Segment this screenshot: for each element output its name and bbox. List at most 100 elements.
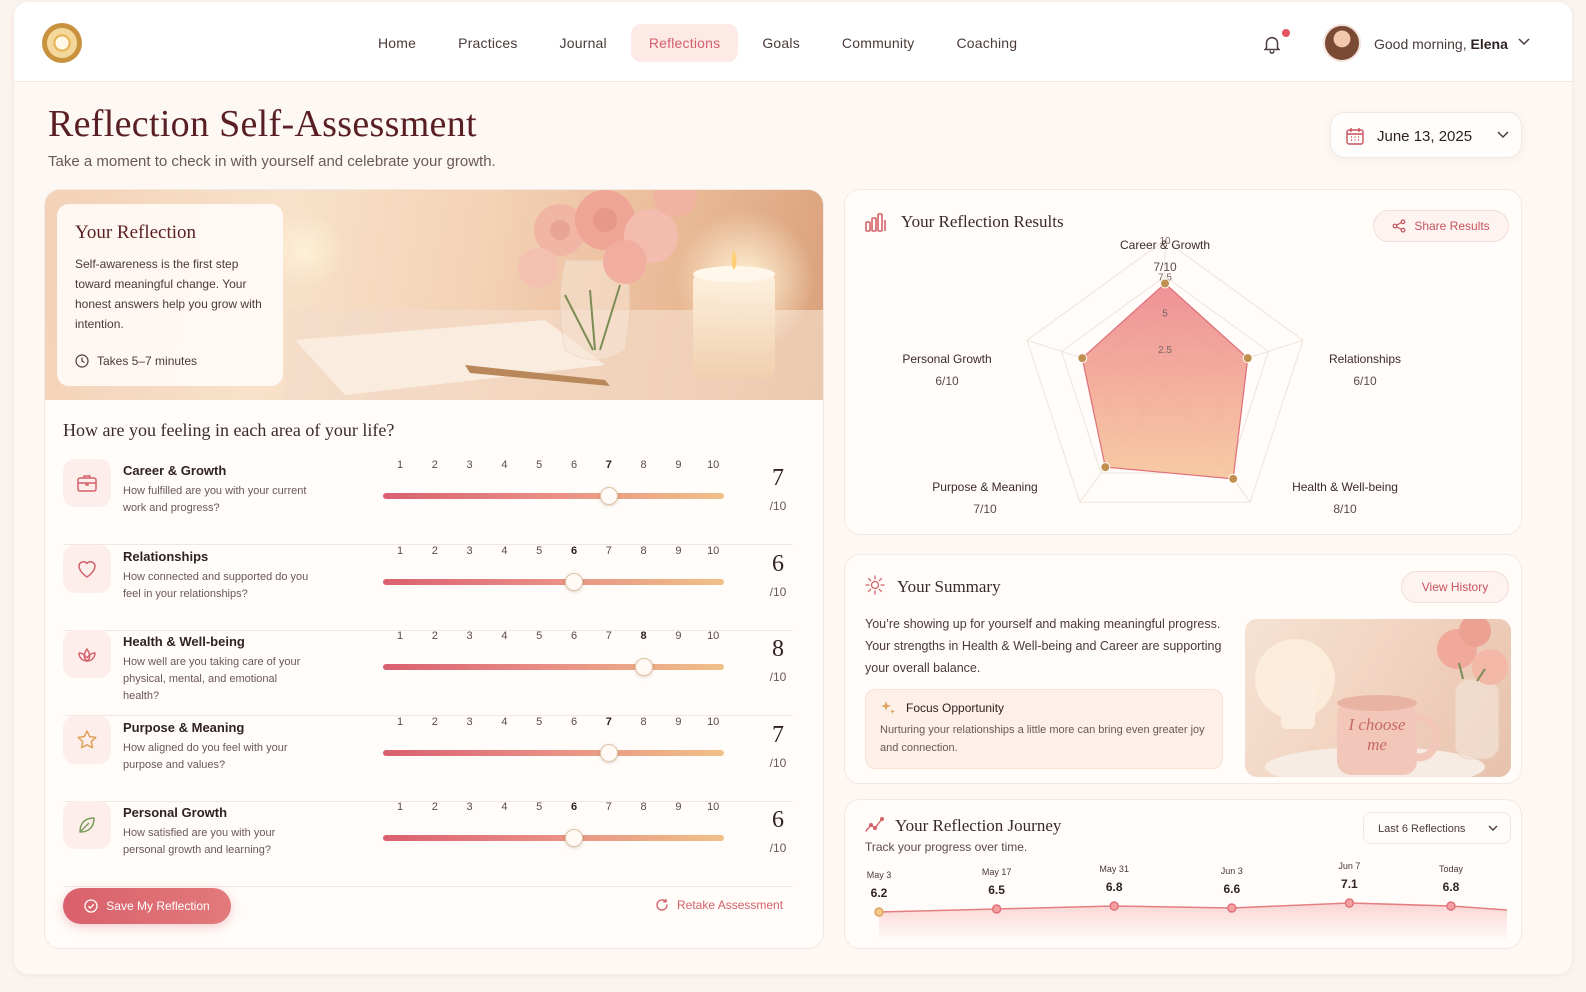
- journey-value-label: 6.6: [1223, 882, 1241, 896]
- scale-tick[interactable]: 2: [432, 459, 438, 471]
- scale-tick[interactable]: 1: [397, 545, 403, 557]
- journey-value-label: 6.8: [1442, 880, 1460, 894]
- radar-point: [1242, 353, 1253, 364]
- scale-tick[interactable]: 6: [571, 716, 577, 728]
- scale-tick[interactable]: 7: [606, 630, 612, 642]
- rating-slider[interactable]: [383, 487, 724, 505]
- scale-tick[interactable]: 7: [606, 801, 612, 813]
- scale-tick[interactable]: 1: [397, 716, 403, 728]
- scale-tick[interactable]: 4: [501, 545, 507, 557]
- chevron-down-icon: [1497, 131, 1509, 139]
- scale-tick[interactable]: 9: [675, 630, 681, 642]
- scale-tick[interactable]: 9: [675, 545, 681, 557]
- rating-slider[interactable]: [383, 572, 724, 591]
- area-title: Personal Growth: [123, 805, 228, 820]
- scale-tick[interactable]: 9: [675, 459, 681, 471]
- radar-score-relationships: 6/10: [1353, 374, 1377, 388]
- heart-icon: [78, 560, 96, 578]
- area-description: How fulfilled are you with your current …: [123, 485, 307, 514]
- slider-handle[interactable]: [565, 572, 583, 591]
- greeting-prefix: Good morning,: [1374, 36, 1467, 52]
- nav-practices[interactable]: Practices: [440, 24, 535, 62]
- scale-tick[interactable]: 6: [571, 801, 577, 813]
- scale-tick[interactable]: 10: [707, 630, 719, 642]
- scale-tick[interactable]: 4: [501, 459, 507, 471]
- scale-tick[interactable]: 7: [606, 459, 612, 471]
- sun-logo-icon[interactable]: [42, 23, 82, 63]
- save-reflection-button[interactable]: Save My Reflection: [63, 888, 231, 924]
- date-picker[interactable]: June 13, 2025: [1330, 112, 1522, 158]
- scale-tick[interactable]: 2: [432, 801, 438, 813]
- scale-tick[interactable]: 10: [707, 716, 719, 728]
- slider-handle[interactable]: [565, 829, 583, 847]
- scale-tick[interactable]: 3: [467, 801, 473, 813]
- duration-text: Takes 5–7 minutes: [97, 354, 198, 368]
- radar-score-career: 7/10: [1153, 260, 1177, 274]
- journey-value-label: 7.1: [1341, 877, 1358, 891]
- slider-handle[interactable]: [634, 658, 653, 676]
- scale-tick[interactable]: 5: [536, 459, 542, 471]
- scale-tick[interactable]: 7: [606, 716, 612, 728]
- scale-tick[interactable]: 5: [536, 545, 542, 557]
- scale-tick[interactable]: 8: [641, 630, 647, 642]
- scale-tick[interactable]: 3: [467, 545, 473, 557]
- calendar-icon: [1346, 128, 1364, 145]
- chevron-down-icon[interactable]: [1518, 38, 1530, 46]
- scale-tick[interactable]: 1: [397, 801, 403, 813]
- slider-handle[interactable]: [599, 743, 618, 762]
- nav-journal[interactable]: Journal: [542, 24, 625, 62]
- greeting[interactable]: Good morning, Elena: [1374, 36, 1508, 52]
- rating-slider[interactable]: [383, 829, 724, 847]
- save-label: Save My Reflection: [106, 899, 210, 913]
- scale-tick[interactable]: 3: [467, 630, 473, 642]
- nav-reflections[interactable]: Reflections: [630, 24, 739, 62]
- scale-tick[interactable]: 9: [675, 801, 681, 813]
- score-out-of: /10: [769, 584, 787, 599]
- scale-ticks: 1 2 3 4 5 6 7 8 9 10: [383, 801, 733, 817]
- hero-title: Your Reflection: [75, 222, 197, 243]
- lotus-icon: [78, 648, 96, 662]
- nav-home[interactable]: Home: [360, 24, 434, 62]
- scale-tick[interactable]: 4: [501, 716, 507, 728]
- scale-tick[interactable]: 5: [536, 630, 542, 642]
- scale-tick[interactable]: 6: [571, 630, 577, 642]
- scale-tick[interactable]: 8: [641, 459, 647, 471]
- avatar[interactable]: [1323, 24, 1361, 62]
- scale-tick[interactable]: 2: [432, 545, 438, 557]
- reflection-intro-card: Your Reflection Self-awareness is the fi…: [57, 204, 283, 386]
- bell-icon[interactable]: [1261, 32, 1283, 56]
- rating-slider[interactable]: [383, 743, 724, 762]
- assessment-row: Health & Well-being How well are you taki…: [63, 630, 793, 716]
- hero-image: Your Reflection Self-awareness is the fi…: [45, 190, 823, 400]
- scale-tick[interactable]: 5: [536, 801, 542, 813]
- scale-tick[interactable]: 8: [641, 801, 647, 813]
- scale-tick[interactable]: 2: [432, 630, 438, 642]
- nav-goals[interactable]: Goals: [744, 24, 818, 62]
- page-title: Reflection Self-Assessment: [48, 103, 477, 145]
- scale-tick[interactable]: 8: [641, 716, 647, 728]
- scale-tick[interactable]: 6: [571, 545, 577, 557]
- scale-tick[interactable]: 4: [501, 801, 507, 813]
- nav-community[interactable]: Community: [824, 24, 933, 62]
- nav-coaching[interactable]: Coaching: [939, 24, 1036, 62]
- radar-point: [1100, 462, 1111, 473]
- scale-tick[interactable]: 9: [675, 716, 681, 728]
- scale-tick[interactable]: 3: [467, 716, 473, 728]
- slider-handle[interactable]: [599, 487, 618, 505]
- scale-tick[interactable]: 10: [707, 801, 719, 813]
- scale-ticks: 1 2 3 4 5 6 7 8 9 10: [383, 459, 733, 475]
- scale-tick[interactable]: 8: [641, 545, 647, 557]
- retake-assessment-link[interactable]: Retake Assessment: [655, 898, 783, 912]
- scale-tick[interactable]: 4: [501, 630, 507, 642]
- scale-tick[interactable]: 1: [397, 630, 403, 642]
- scale-tick[interactable]: 3: [467, 459, 473, 471]
- scale-tick[interactable]: 7: [606, 545, 612, 557]
- rating-slider[interactable]: [383, 658, 724, 676]
- scale-tick[interactable]: 1: [397, 459, 403, 471]
- view-history-button[interactable]: View History: [1401, 571, 1509, 603]
- scale-tick[interactable]: 6: [571, 459, 577, 471]
- scale-tick[interactable]: 2: [432, 716, 438, 728]
- scale-tick[interactable]: 10: [707, 459, 719, 471]
- scale-tick[interactable]: 10: [707, 545, 719, 557]
- scale-tick[interactable]: 5: [536, 716, 542, 728]
